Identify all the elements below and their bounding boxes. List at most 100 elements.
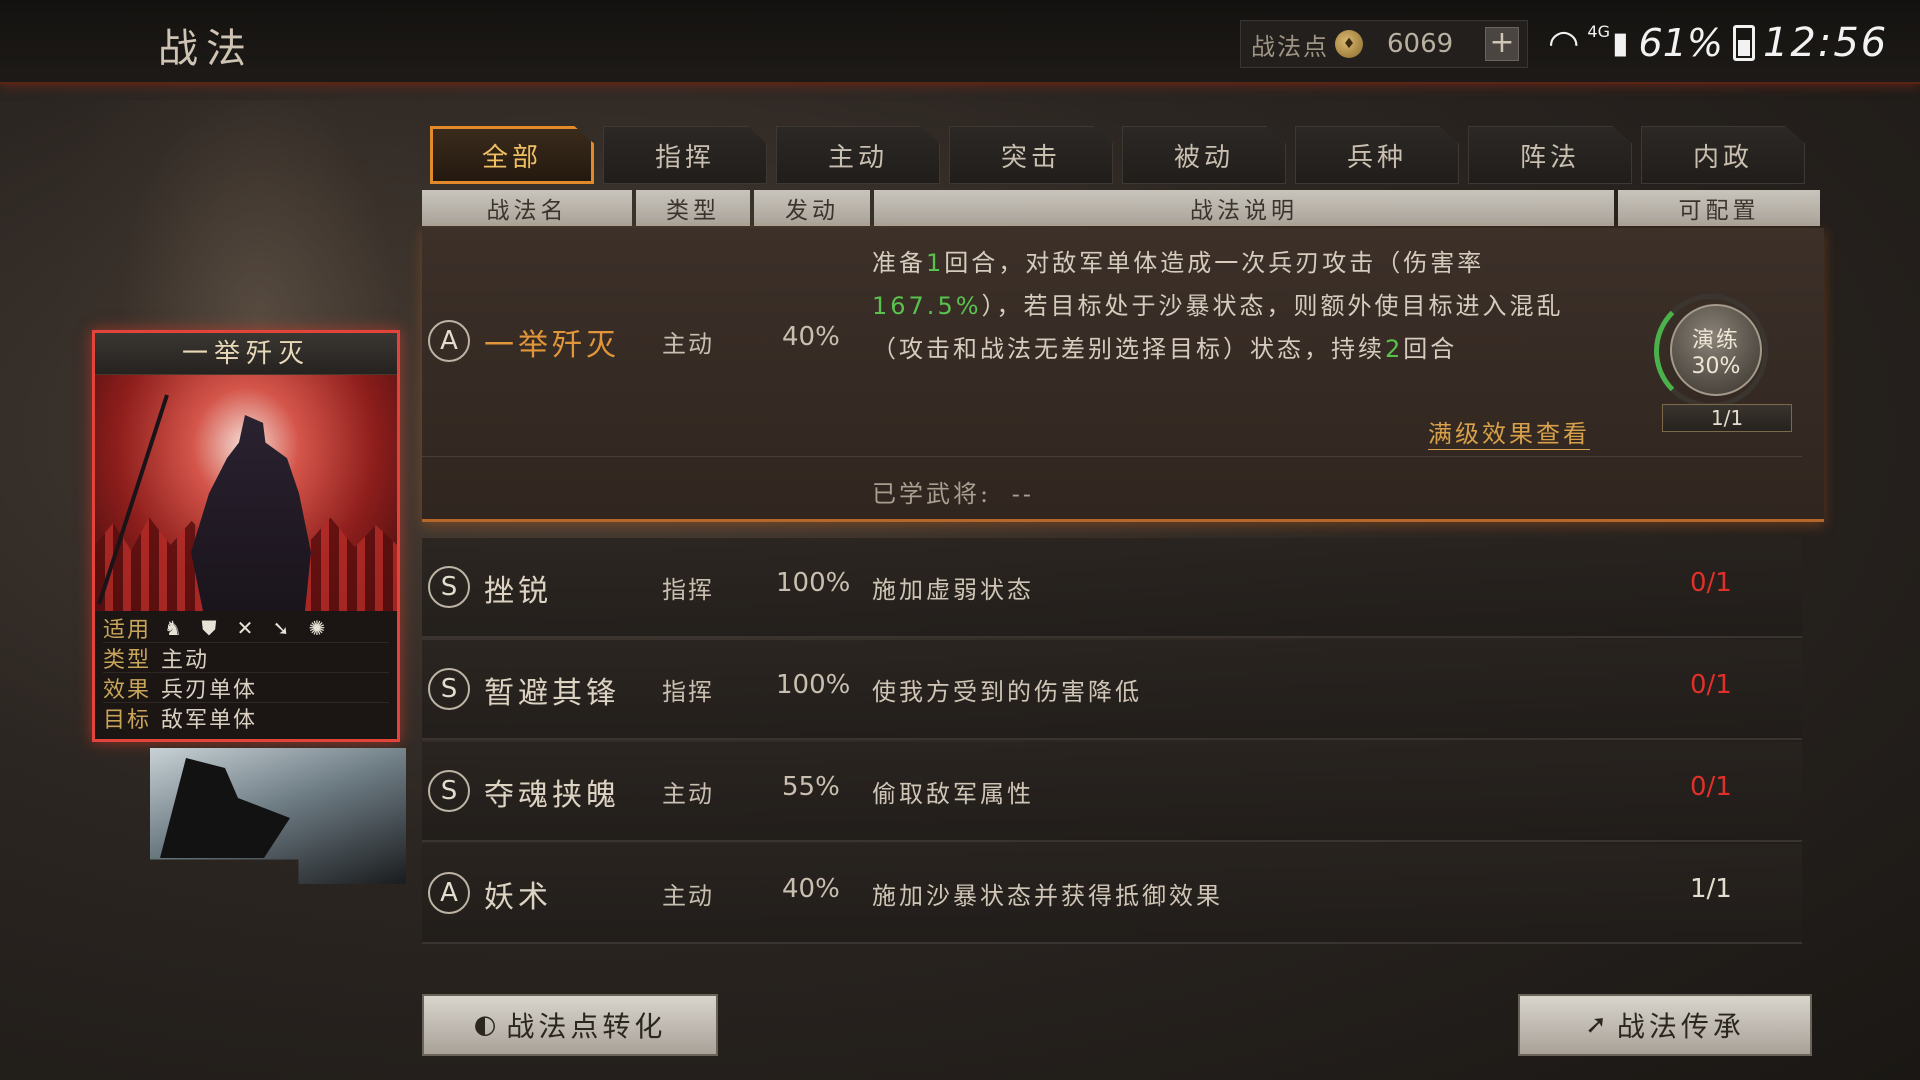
column-type[interactable]: 类型	[636, 190, 750, 226]
siege-icon: ✺	[308, 615, 326, 640]
skill-count: 1/1	[1690, 874, 1732, 904]
page-title: 战法	[158, 26, 254, 72]
card-key: 效果	[103, 677, 152, 703]
battery-icon	[1732, 25, 1755, 61]
column-header: 战法名 类型 发动 战法说明 可配置	[422, 190, 1820, 226]
skill-rate: 100%	[776, 568, 851, 598]
full-level-effect-link[interactable]: 满级效果查看	[1428, 414, 1590, 450]
tab-command[interactable]: 指挥	[603, 126, 767, 184]
skill-card: 一举歼灭 适用 ♞ ⛊ ✕ ➘ ✺ 类型 主动 效果 兵刃单体 目标 敌军单体	[92, 330, 400, 742]
card-artwork	[95, 375, 397, 611]
skill-row[interactable]: S 暂避其锋 指挥 100% 使我方受到的伤害降低 0/1	[422, 640, 1802, 740]
tab-assault[interactable]: 突击	[949, 126, 1113, 184]
inherit-skill-button[interactable]: ➚ 战法传承	[1518, 994, 1812, 1056]
column-configurable[interactable]: 可配置	[1618, 190, 1820, 226]
add-points-button[interactable]: +	[1485, 27, 1519, 61]
column-name[interactable]: 战法名	[422, 190, 632, 226]
cavalry-icon: ♞	[164, 615, 182, 640]
tab-all[interactable]: 全部	[430, 126, 594, 184]
spear-icon: ➘	[272, 615, 290, 640]
skill-count: 0/1	[1690, 568, 1732, 598]
skill-points-label: 战法点	[1251, 32, 1329, 61]
convert-points-button[interactable]: ◐ 战法点转化	[422, 994, 718, 1056]
tab-active[interactable]: 主动	[776, 126, 940, 184]
card-key: 目标	[103, 708, 152, 733]
card-row-target: 目标 敌军单体	[103, 703, 389, 733]
skill-rate: 100%	[776, 670, 851, 700]
skill-list: A 一举歼灭 主动 40% 准备1回合，对敌军单体造成一次兵刃攻击（伤害率 167…	[422, 228, 1824, 968]
spear-icon: ➚	[1585, 1010, 1611, 1040]
skill-points-box: 战法点 ♦ 6069 +	[1240, 20, 1528, 68]
inherit-label: 战法传承	[1616, 1010, 1745, 1043]
skill-type: 主动	[662, 882, 714, 910]
convert-label: 战法点转化	[506, 1010, 667, 1043]
skill-points-coin-icon: ♦	[1335, 30, 1363, 58]
learned-label: 已学武将:	[872, 480, 992, 508]
grade-badge: S	[428, 668, 470, 710]
skill-row[interactable]: A 妖术 主动 40% 施加沙暴状态并获得抵御效果 1/1	[422, 844, 1802, 944]
train-button[interactable]: 演练 30%	[1670, 304, 1762, 396]
skill-description: 使我方受到的伤害降低	[872, 678, 1142, 706]
tab-passive[interactable]: 被动	[1122, 126, 1286, 184]
skill-row[interactable]: S 夺魂挟魄 主动 55% 偷取敌军属性 0/1	[422, 742, 1802, 842]
desc-highlight: 167.5%	[872, 292, 982, 320]
coin-icon: ◐	[473, 1010, 501, 1040]
card-value: 兵刃单体	[161, 677, 258, 703]
desc-highlight: 1	[926, 249, 945, 277]
skill-name: 一举歼灭	[484, 328, 620, 363]
divider	[422, 456, 1802, 457]
grade-badge: S	[428, 770, 470, 812]
tab-domestic[interactable]: 内政	[1641, 126, 1805, 184]
tab-troop[interactable]: 兵种	[1295, 126, 1459, 184]
battery-percent: 61%	[1638, 21, 1723, 65]
tab-formation[interactable]: 阵法	[1468, 126, 1632, 184]
card-key: 适用	[103, 617, 152, 643]
skill-name: 挫锐	[484, 574, 552, 609]
train-count: 1/1	[1662, 404, 1792, 432]
network-type: 4G	[1587, 21, 1610, 41]
card-value: 敌军单体	[161, 708, 258, 733]
archer-icon: ✕	[236, 615, 254, 640]
skill-description: 施加沙暴状态并获得抵御效果	[872, 882, 1223, 910]
card-title: 一举歼灭	[95, 333, 397, 375]
category-tabs: 全部 指挥 主动 突击 被动 兵种 阵法 内政	[430, 126, 1805, 184]
learned-value: --	[1011, 480, 1034, 508]
card-row-effect: 效果 兵刃单体	[103, 673, 389, 703]
learned-generals: 已学武将: --	[872, 474, 1034, 509]
skill-row[interactable]: S 挫锐 指挥 100% 施加虚弱状态 0/1	[422, 538, 1802, 638]
skill-row-selected[interactable]: A 一举歼灭 主动 40% 准备1回合，对敌军单体造成一次兵刃攻击（伤害率 167…	[422, 228, 1824, 522]
card-row-applicable: 适用 ♞ ⛊ ✕ ➘ ✺	[103, 613, 389, 643]
train-widget[interactable]: 演练 30% 1/1	[1654, 294, 1792, 432]
column-description: 战法说明	[874, 190, 1614, 226]
card-art-warrior	[191, 415, 311, 611]
grade-badge: A	[428, 320, 470, 362]
card-key: 类型	[103, 647, 152, 673]
skill-name: 夺魂挟魄	[484, 778, 620, 813]
card-info: 适用 ♞ ⛊ ✕ ➘ ✺ 类型 主动 效果 兵刃单体 目标 敌军单体	[95, 611, 397, 735]
background-battle-art	[150, 748, 406, 884]
desc-text: 准备	[872, 249, 926, 277]
train-label: 演练	[1691, 327, 1740, 353]
skill-type: 主动	[662, 780, 714, 808]
skill-rate: 40%	[782, 874, 840, 904]
desc-highlight: 2	[1385, 335, 1404, 363]
column-rate[interactable]: 发动	[754, 190, 870, 226]
skill-type: 主动	[662, 330, 714, 358]
wifi-icon: ◠	[1548, 22, 1580, 64]
skill-rate: 40%	[782, 322, 840, 352]
status-bar: ◠ 4G ▮ 61% 12:56	[1548, 18, 1888, 68]
skill-description: 偷取敌军属性	[872, 780, 1034, 808]
grade-badge: A	[428, 872, 470, 914]
card-value: 主动	[161, 647, 210, 673]
card-row-type: 类型 主动	[103, 643, 389, 673]
skill-count: 0/1	[1690, 772, 1732, 802]
troop-icons: ♞ ⛊ ✕ ➘ ✺	[161, 616, 329, 640]
skill-points-value: 6069	[1387, 29, 1454, 59]
skill-description: 准备1回合，对敌军单体造成一次兵刃攻击（伤害率167.5%），若目标处于沙暴状态…	[872, 242, 1617, 371]
grade-badge: S	[428, 566, 470, 608]
skill-type: 指挥	[662, 678, 714, 706]
skill-type: 指挥	[662, 576, 714, 604]
skill-name: 暂避其锋	[484, 676, 620, 711]
skill-count: 0/1	[1690, 670, 1732, 700]
skill-rate: 55%	[782, 772, 840, 802]
